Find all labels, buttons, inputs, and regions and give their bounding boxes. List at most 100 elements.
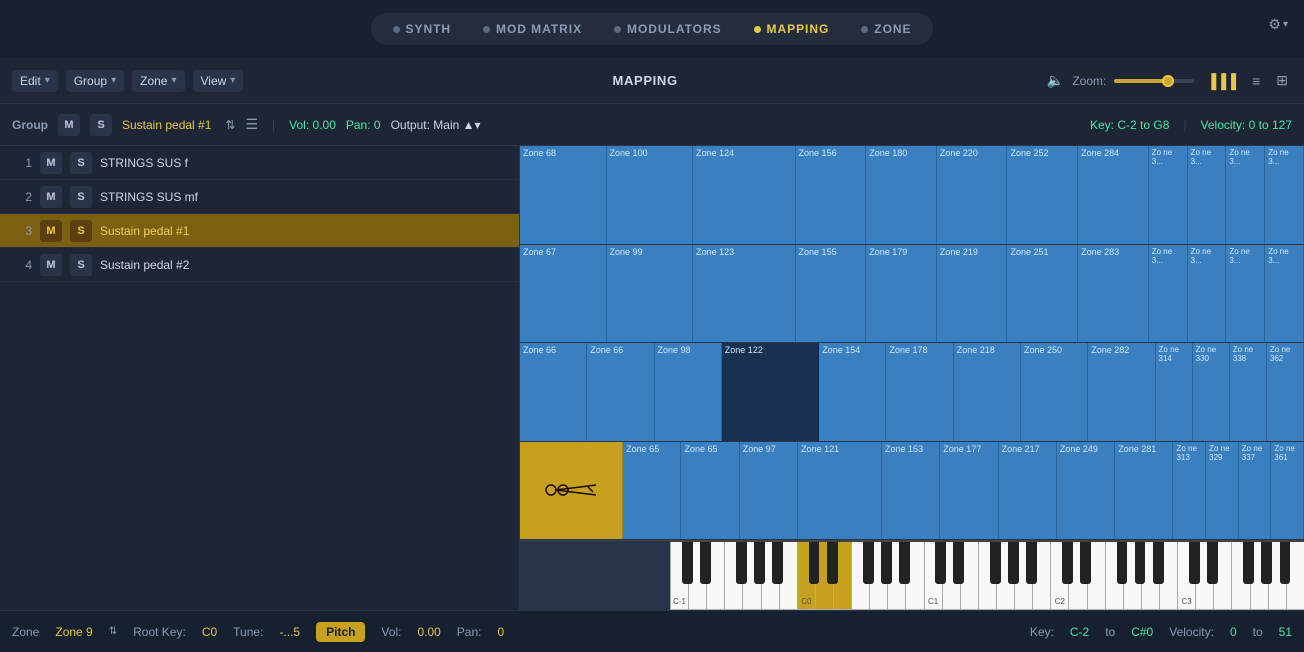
tab-zone[interactable]: ZONE xyxy=(847,17,925,41)
zone-9-gold[interactable] xyxy=(520,442,623,540)
group-list-icon[interactable]: ☰ xyxy=(245,116,258,133)
black-key-A#0[interactable] xyxy=(899,542,910,584)
zone-68[interactable]: Zone 68 xyxy=(520,146,607,244)
zone-66b[interactable]: Zone 66 xyxy=(587,343,654,441)
zone-177[interactable]: Zone 177 xyxy=(940,442,998,540)
list-item-4[interactable]: 4 M S Sustain pedal #2 xyxy=(0,248,519,282)
zone-338[interactable]: Zo ne 338 xyxy=(1230,343,1267,441)
zone-3f[interactable]: Zo ne 3... xyxy=(1188,245,1227,343)
zone-3b[interactable]: Zo ne 3... xyxy=(1188,146,1227,244)
black-key-D#3[interactable] xyxy=(1207,542,1218,584)
black-key-F#3[interactable] xyxy=(1243,542,1254,584)
item-2-solo[interactable]: S xyxy=(70,186,92,208)
zone-67[interactable]: Zone 67 xyxy=(520,245,607,343)
zone-99[interactable]: Zone 99 xyxy=(607,245,694,343)
zone-3h[interactable]: Zo ne 3... xyxy=(1265,245,1304,343)
black-key-D#2[interactable] xyxy=(1080,542,1091,584)
bar-chart-icon[interactable]: ▐▐▐ xyxy=(1202,71,1240,91)
zone-337[interactable]: Zo ne 337 xyxy=(1239,442,1272,540)
zone-249[interactable]: Zone 249 xyxy=(1057,442,1115,540)
black-key-F#0[interactable] xyxy=(863,542,874,584)
list-item-3[interactable]: 3 M S Sustain pedal #1 xyxy=(0,214,519,248)
zone-219[interactable]: Zone 219 xyxy=(937,245,1008,343)
zone-218[interactable]: Zone 218 xyxy=(954,343,1021,441)
item-4-solo[interactable]: S xyxy=(70,254,92,276)
zone-121[interactable]: Zone 121 xyxy=(798,442,882,540)
zone-3d[interactable]: Zo ne 3... xyxy=(1265,146,1304,244)
zone-153[interactable]: Zone 153 xyxy=(882,442,940,540)
item-2-mute[interactable]: M xyxy=(40,186,62,208)
zone-329[interactable]: Zo ne 329 xyxy=(1206,442,1239,540)
black-key-G#3[interactable] xyxy=(1261,542,1272,584)
zone-180[interactable]: Zone 180 xyxy=(866,146,937,244)
zone-178[interactable]: Zone 178 xyxy=(886,343,953,441)
zone-281[interactable]: Zone 281 xyxy=(1115,442,1173,540)
zone-251[interactable]: Zone 251 xyxy=(1007,245,1078,343)
tab-synth[interactable]: SYNTH xyxy=(379,17,465,41)
zone-100[interactable]: Zone 100 xyxy=(607,146,694,244)
list-item-1[interactable]: 1 M S STRINGS SUS f xyxy=(0,146,519,180)
black-key-G#2[interactable] xyxy=(1135,542,1146,584)
black-key-C#0[interactable] xyxy=(809,542,820,584)
black-key-C#2[interactable] xyxy=(1062,542,1073,584)
black-key-C#3[interactable] xyxy=(1189,542,1200,584)
zone-217[interactable]: Zone 217 xyxy=(999,442,1057,540)
zone-361[interactable]: Zo ne 361 xyxy=(1271,442,1304,540)
zone-282[interactable]: Zone 282 xyxy=(1088,343,1155,441)
list-item-2[interactable]: 2 M S STRINGS SUS mf xyxy=(0,180,519,214)
speaker-icon[interactable]: 🔈 xyxy=(1047,72,1064,89)
zone-3g[interactable]: Zo ne 3... xyxy=(1226,245,1265,343)
black-key-A#1[interactable] xyxy=(1026,542,1037,584)
zone-124[interactable]: Zone 124 xyxy=(693,146,795,244)
zone-155[interactable]: Zone 155 xyxy=(796,245,867,343)
black-key-F#1[interactable] xyxy=(990,542,1001,584)
zone-98[interactable]: Zone 98 xyxy=(655,343,722,441)
black-key-F#2[interactable] xyxy=(1117,542,1128,584)
zoom-slider[interactable] xyxy=(1114,79,1194,83)
black-key-G#-1[interactable] xyxy=(754,542,765,584)
zone-284[interactable]: Zone 284 xyxy=(1078,146,1149,244)
zone-250[interactable]: Zone 250 xyxy=(1021,343,1088,441)
item-3-solo[interactable]: S xyxy=(70,220,92,242)
zone-123[interactable]: Zone 123 xyxy=(693,245,795,343)
zone-220[interactable]: Zone 220 xyxy=(937,146,1008,244)
zone-362[interactable]: Zo ne 362 xyxy=(1267,343,1304,441)
black-key-C#-1[interactable] xyxy=(682,542,693,584)
black-key-C#1[interactable] xyxy=(935,542,946,584)
zone-menu[interactable]: Zone ▾ xyxy=(132,70,184,92)
zone-313[interactable]: Zo ne 313 xyxy=(1173,442,1206,540)
view-menu[interactable]: View ▾ xyxy=(193,70,244,92)
group-arrows[interactable]: ⇅ xyxy=(225,118,235,132)
group-mute-button[interactable]: M xyxy=(58,114,80,136)
black-key-D#-1[interactable] xyxy=(700,542,711,584)
zone-65a[interactable]: Zone 65 xyxy=(623,442,681,540)
black-key-A#3[interactable] xyxy=(1280,542,1291,584)
black-key-F#-1[interactable] xyxy=(736,542,747,584)
black-key-D#0[interactable] xyxy=(827,542,838,584)
item-1-solo[interactable]: S xyxy=(70,152,92,174)
zone-179[interactable]: Zone 179 xyxy=(866,245,937,343)
tab-modulators[interactable]: MODULATORS xyxy=(600,17,736,41)
item-1-mute[interactable]: M xyxy=(40,152,62,174)
zone-66a[interactable]: Zone 66 xyxy=(520,343,587,441)
zone-3c[interactable]: Zo ne 3... xyxy=(1226,146,1265,244)
list-view-icon[interactable]: ≡ xyxy=(1248,71,1264,91)
tab-mapping[interactable]: MAPPING xyxy=(740,17,844,41)
bottom-zone-val[interactable]: Zone 9 xyxy=(55,625,92,639)
edit-menu[interactable]: Edit ▾ xyxy=(12,70,58,92)
group-solo-button[interactable]: S xyxy=(90,114,112,136)
zone-arrows[interactable]: ⇅ xyxy=(109,626,117,637)
group-menu[interactable]: Group ▾ xyxy=(66,70,124,92)
black-key-G#0[interactable] xyxy=(881,542,892,584)
black-key-A#-1[interactable] xyxy=(772,542,783,584)
zone-314[interactable]: Zo ne 314 xyxy=(1156,343,1193,441)
grid-view-icon[interactable]: ⊞ xyxy=(1272,70,1292,91)
zone-3e[interactable]: Zo ne 3... xyxy=(1149,245,1188,343)
zone-65b[interactable]: Zone 65 xyxy=(681,442,739,540)
zone-283[interactable]: Zone 283 xyxy=(1078,245,1149,343)
zone-97[interactable]: Zone 97 xyxy=(740,442,798,540)
zone-3a[interactable]: Zo ne 3... xyxy=(1149,146,1188,244)
pitch-button[interactable]: Pitch xyxy=(316,622,365,642)
black-key-G#1[interactable] xyxy=(1008,542,1019,584)
zone-122[interactable]: Zone 122 xyxy=(722,343,819,441)
